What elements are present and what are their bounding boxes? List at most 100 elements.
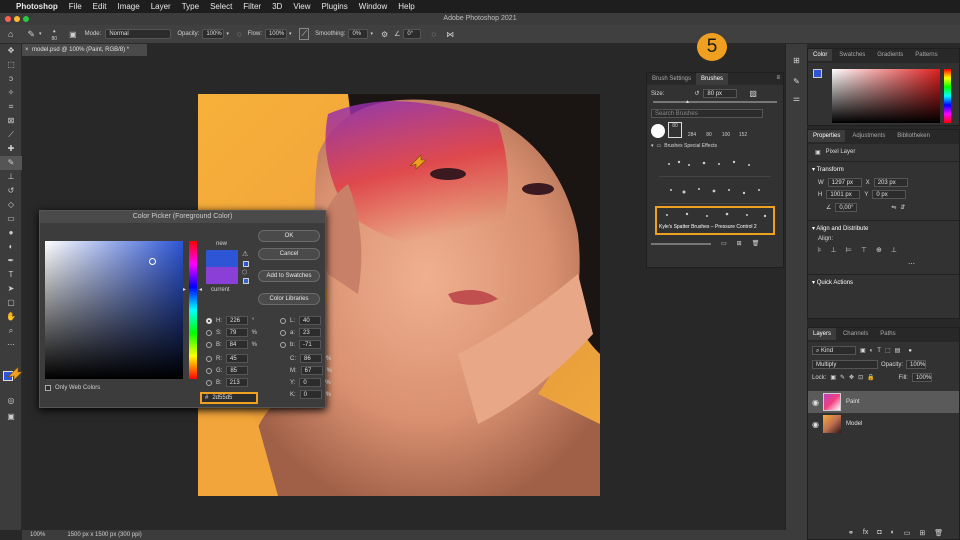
out-of-gamut-warning-icon[interactable]: ⚠ <box>242 250 248 258</box>
new-group-icon[interactable]: ▭ <box>721 240 727 247</box>
layer-opacity-field[interactable]: 100% <box>906 360 927 369</box>
hue-slider-right-arrow[interactable]: ◂ <box>199 286 202 293</box>
r-field[interactable]: 45 <box>226 354 248 363</box>
g-radio[interactable] <box>206 367 212 374</box>
lock-artboard-icon[interactable]: ⊡ <box>858 374 863 381</box>
lock-pixels-icon[interactable]: ▣ <box>830 374 836 381</box>
r-radio[interactable] <box>206 355 212 362</box>
align-middle-icon[interactable]: ⊕ <box>876 246 882 254</box>
close-window-button[interactable] <box>5 16 11 22</box>
quick-select-tool-icon[interactable]: ✧ <box>0 86 22 100</box>
chevron-down-icon[interactable]: ▾ <box>812 226 815 232</box>
dodge-tool-icon[interactable]: ◐ <box>0 240 22 254</box>
only-web-colors-checkbox[interactable] <box>45 385 51 391</box>
tab-bibliotheken[interactable]: Bibliotheken <box>892 130 935 142</box>
new-layer-icon[interactable]: ⊞ <box>919 529 925 537</box>
path-select-tool-icon[interactable]: ➤ <box>0 282 22 296</box>
brush-item[interactable] <box>659 179 771 204</box>
filter-shape-icon[interactable]: ⬚ <box>885 347 891 354</box>
tab-swatches[interactable]: Swatches <box>834 49 870 61</box>
home-icon[interactable]: ⌂ <box>8 29 13 39</box>
preview-size-slider[interactable] <box>651 242 711 245</box>
color-libraries-button[interactable]: Color Libraries <box>258 293 320 305</box>
k-field[interactable]: 0 <box>299 390 322 399</box>
filter-toggle-icon[interactable]: ● <box>908 348 912 354</box>
c-field[interactable]: 86 <box>300 354 322 363</box>
marquee-tool-icon[interactable]: ⬚ <box>0 58 22 72</box>
size-slider[interactable]: ▲ <box>653 99 777 105</box>
hex-field[interactable]: #2d55d5 <box>200 392 258 404</box>
filter-type-icon[interactable]: T <box>877 348 881 354</box>
brush-settings-icon[interactable]: ⚌ <box>786 94 807 103</box>
layer-name[interactable]: Model <box>846 421 862 427</box>
a-radio[interactable] <box>280 329 286 336</box>
layer-name[interactable]: Paint <box>846 399 860 405</box>
filter-kind-select[interactable]: ⌕ Kind <box>812 346 856 355</box>
frame-tool-icon[interactable]: ⊠ <box>0 114 22 128</box>
delete-layer-icon[interactable]: 🗑 <box>934 529 943 537</box>
fill-field[interactable]: 100% <box>911 373 932 382</box>
adjustment-layer-icon[interactable]: ◐ <box>891 529 895 537</box>
menu-edit[interactable]: Edit <box>93 2 107 11</box>
tab-color[interactable]: Color <box>808 49 833 61</box>
add-mask-icon[interactable]: ◘ <box>877 529 881 537</box>
menu-view[interactable]: View <box>293 2 310 11</box>
color-cursor[interactable] <box>149 258 156 265</box>
stamp-tool-icon[interactable]: ⊥ <box>0 170 22 184</box>
rectangle-tool-icon[interactable]: ▢ <box>0 296 22 310</box>
tab-channels[interactable]: Channels <box>838 328 873 340</box>
g-field[interactable]: 85 <box>226 366 249 375</box>
menu-layer[interactable]: Layer <box>151 2 171 11</box>
brush-item[interactable] <box>659 152 771 177</box>
rotation-field[interactable]: 0,00° <box>835 203 858 212</box>
fx-icon[interactable]: fx <box>863 529 868 537</box>
new-group-icon[interactable]: ▭ <box>904 529 911 537</box>
blend-mode-select[interactable]: Multiply <box>812 360 878 369</box>
opacity-field[interactable]: 100% <box>202 29 225 39</box>
menu-plugins[interactable]: Plugins <box>322 2 348 11</box>
menu-type[interactable]: Type <box>182 2 199 11</box>
brush-settings-toggle-icon[interactable]: ▣ <box>69 30 77 39</box>
eraser-tool-icon[interactable]: ◇ <box>0 198 22 212</box>
brush-preset[interactable]: 152 <box>736 132 750 138</box>
smoothing-gear-icon[interactable]: ⚙ <box>381 30 388 39</box>
brush-tool-icon-active[interactable]: ✎ <box>0 156 22 170</box>
tab-adjustments[interactable]: Adjustments <box>847 130 890 142</box>
type-tool-icon[interactable]: T <box>0 268 22 282</box>
b-radio[interactable] <box>206 341 212 348</box>
healing-tool-icon[interactable]: ✚ <box>0 142 22 156</box>
link-layers-icon[interactable]: ⚭ <box>848 529 854 537</box>
brush-panel-icon[interactable]: ✎ <box>786 77 807 86</box>
y-cmyk-field[interactable]: 0 <box>299 378 322 387</box>
y-field[interactable]: 0 px <box>872 190 907 199</box>
height-field[interactable]: 1001 px <box>826 190 861 199</box>
ok-button[interactable]: OK <box>258 230 320 242</box>
move-tool-icon[interactable]: ✥ <box>0 44 22 58</box>
panel-menu-icon[interactable]: ≡ <box>773 73 783 85</box>
brush-preset[interactable]: 80 <box>668 122 682 138</box>
align-top-icon[interactable]: ⊤ <box>861 246 867 254</box>
tab-paths[interactable]: Paths <box>875 328 900 340</box>
menu-help[interactable]: Help <box>398 2 414 11</box>
cancel-button[interactable]: Cancel <box>258 248 320 260</box>
hue-strip[interactable] <box>189 241 197 379</box>
brush-group[interactable]: ▾ ▭ Brushes Special Effects <box>647 142 783 150</box>
filter-smart-icon[interactable]: ▤ <box>895 347 901 354</box>
size-field[interactable]: 80 px <box>703 89 738 98</box>
align-left-icon[interactable]: ⊧ <box>818 246 822 254</box>
chevron-down-icon[interactable]: ▾ <box>651 143 654 149</box>
lab-b-radio[interactable] <box>280 341 286 348</box>
eyedropper-tool-icon[interactable]: ⟋ <box>0 128 22 142</box>
close-tab-icon[interactable]: × <box>25 44 29 56</box>
tab-patterns[interactable]: Patterns <box>910 49 942 61</box>
more-tools-icon[interactable]: ⋯ <box>0 338 22 352</box>
filter-adjust-icon[interactable]: ◐ <box>870 348 874 354</box>
gamut-swatch[interactable] <box>243 261 249 267</box>
trash-icon[interactable]: 🗑 <box>752 240 760 247</box>
flip-vertical-icon[interactable]: ⇵ <box>900 204 905 211</box>
lasso-tool-icon[interactable]: ↄ <box>0 72 22 86</box>
zoom-window-button[interactable] <box>23 16 29 22</box>
pressure-size-icon[interactable]: ◌ <box>431 30 436 39</box>
s-field[interactable]: 79 <box>225 328 248 337</box>
hex-value[interactable]: 2d55d5 <box>212 395 232 401</box>
